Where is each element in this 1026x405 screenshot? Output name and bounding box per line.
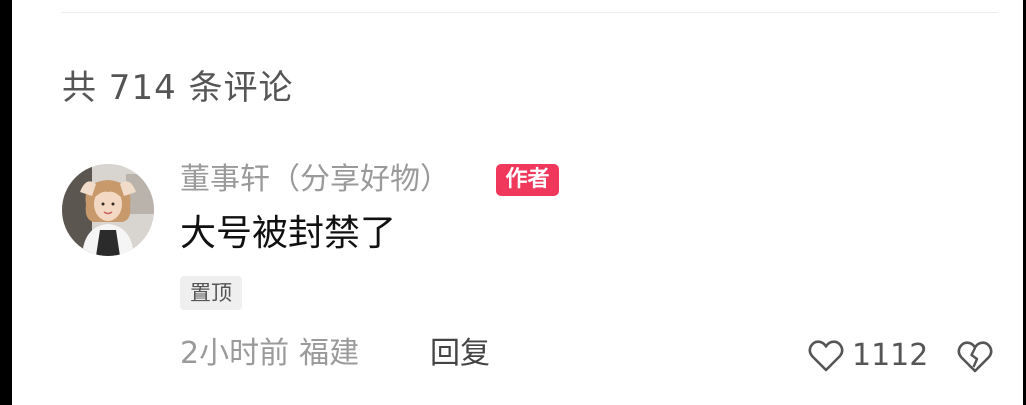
like-count: 1112 [852, 338, 929, 373]
like-button[interactable]: 1112 [808, 336, 928, 376]
top-divider [62, 12, 998, 13]
comment-meta: 2小时前 福建 [180, 334, 359, 374]
comment-text[interactable]: 大号被封禁了 [180, 210, 396, 258]
comment-location: 福建 [299, 336, 360, 371]
reply-button[interactable]: 回复 [430, 334, 490, 374]
comment-count-title: 共 714 条评论 [62, 68, 294, 108]
broken-heart-icon [957, 341, 993, 373]
username[interactable]: 董事轩（分享好物） [180, 160, 450, 200]
pinned-tag: 置顶 [180, 276, 242, 310]
avatar-photo [62, 164, 154, 256]
dislike-button[interactable] [957, 339, 993, 375]
comment-time: 2小时前 [180, 336, 290, 371]
avatar[interactable] [62, 164, 154, 256]
left-edge-bar [0, 0, 12, 405]
heart-outline-icon [808, 340, 844, 372]
author-badge: 作者 [496, 164, 559, 196]
